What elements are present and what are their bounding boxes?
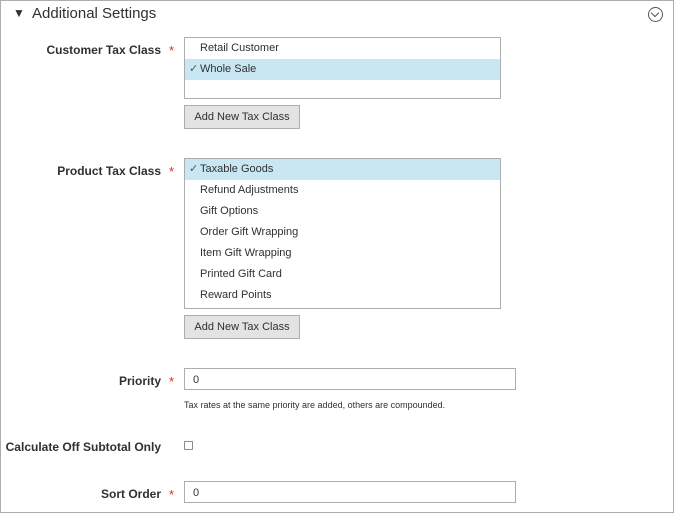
list-option[interactable]: Refund Adjustments bbox=[185, 180, 500, 201]
priority-input[interactable]: 0 bbox=[184, 368, 516, 390]
list-option-label: Whole Sale bbox=[200, 63, 257, 75]
product-tax-class-label: Product Tax Class bbox=[57, 164, 161, 178]
list-option-label: Order Gift Wrapping bbox=[200, 226, 299, 238]
list-option[interactable]: Item Gift Wrapping bbox=[185, 243, 500, 264]
section-title[interactable]: Additional Settings bbox=[32, 5, 156, 22]
list-option[interactable]: Reward Points bbox=[185, 285, 500, 306]
customer-tax-class-label: Customer Tax Class bbox=[46, 43, 162, 57]
list-option[interactable]: ✓ Taxable Goods bbox=[185, 159, 500, 180]
sort-order-label: Sort Order bbox=[100, 487, 161, 501]
list-option-label: Gift Options bbox=[200, 205, 259, 217]
customer-tax-class-listbox[interactable]: Retail Customer ✓ Whole Sale bbox=[184, 37, 501, 99]
list-option[interactable]: Order Gift Wrapping bbox=[185, 222, 500, 243]
required-asterisk: * bbox=[169, 164, 175, 179]
list-option[interactable]: Retail Customer bbox=[185, 38, 500, 59]
list-option[interactable]: ✓ Whole Sale bbox=[185, 59, 500, 80]
list-option-label: Item Gift Wrapping bbox=[200, 247, 292, 259]
collapse-toggle-icon[interactable] bbox=[648, 7, 663, 22]
add-customer-tax-class-button[interactable]: Add New Tax Class bbox=[184, 105, 300, 129]
list-option[interactable] bbox=[185, 80, 500, 101]
product-tax-class-listbox[interactable]: ✓ Taxable Goods Refund Adjustments Gift Opt… bbox=[184, 158, 501, 309]
required-asterisk: * bbox=[169, 43, 175, 58]
list-option-label: Printed Gift Card bbox=[200, 268, 282, 280]
section-header[interactable]: ▼ Additional Settings bbox=[1, 1, 673, 29]
checkmark-icon: ✓ bbox=[189, 163, 199, 175]
calculate-off-subtotal-checkbox[interactable] bbox=[184, 441, 193, 450]
collapse-arrow-icon[interactable]: ▼ bbox=[13, 6, 25, 20]
list-option-label: Reward Points bbox=[200, 289, 272, 301]
list-option[interactable]: Gift Options bbox=[185, 201, 500, 222]
sort-order-input[interactable]: 0 bbox=[184, 481, 516, 503]
required-asterisk: * bbox=[169, 487, 175, 502]
priority-note: Tax rates at the same priority are added… bbox=[184, 400, 446, 410]
additional-settings-panel: ▼ Additional Settings Customer Tax Class… bbox=[0, 0, 674, 513]
list-option-label: Retail Customer bbox=[200, 42, 279, 54]
add-product-tax-class-button[interactable]: Add New Tax Class bbox=[184, 315, 300, 339]
required-asterisk: * bbox=[169, 374, 175, 389]
checkmark-icon: ✓ bbox=[189, 63, 199, 75]
list-option-label: Refund Adjustments bbox=[200, 184, 299, 196]
list-option-label: Taxable Goods bbox=[200, 163, 274, 175]
priority-label: Priority bbox=[118, 374, 161, 388]
calculate-off-subtotal-label: Calculate Off Subtotal Only bbox=[5, 440, 161, 454]
list-option[interactable]: Printed Gift Card bbox=[185, 264, 500, 285]
